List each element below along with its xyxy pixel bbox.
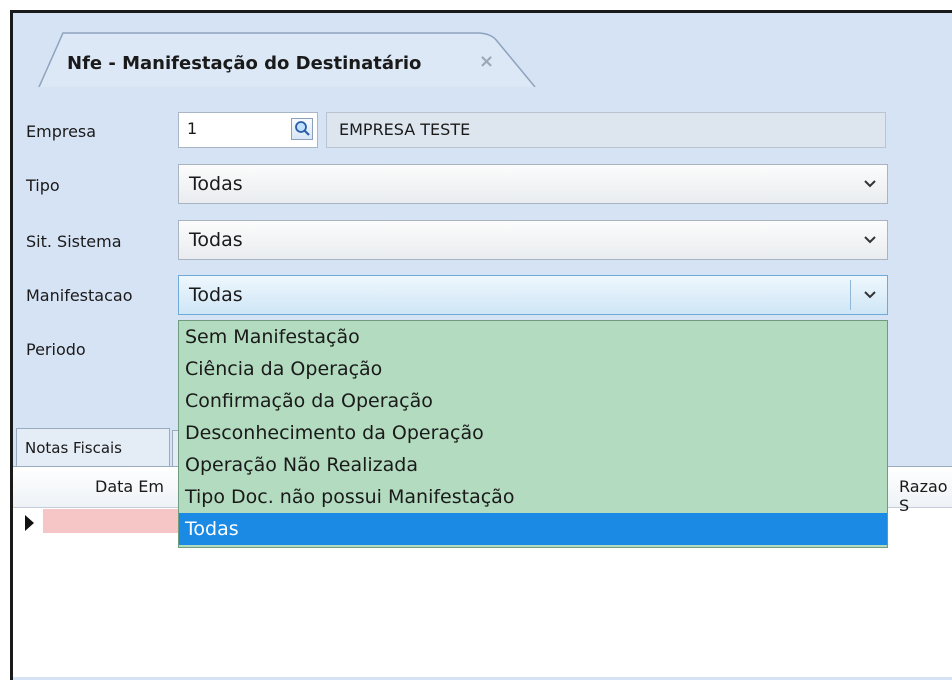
periodo-label: Periodo (26, 340, 86, 359)
tipo-select[interactable]: Todas (178, 164, 888, 204)
sit-sistema-label: Sit. Sistema (26, 232, 122, 251)
dropdown-option-confirmacao[interactable]: Confirmação da Operação (179, 385, 887, 417)
tipo-label: Tipo (26, 176, 60, 195)
tab-title: Nfe - Manifestação do Destinatário (67, 53, 422, 74)
dropdown-option-sem-manifestacao[interactable]: Sem Manifestação (179, 321, 887, 353)
chevron-down-icon (864, 236, 876, 244)
tab-notas-fiscais-label: Notas Fiscais (25, 439, 122, 457)
empresa-code-value: 1 (187, 119, 198, 138)
chevron-down-icon (864, 180, 876, 188)
close-icon[interactable]: × (479, 51, 494, 72)
document-tab[interactable]: Nfe - Manifestação do Destinatário × (37, 31, 537, 87)
manifestacao-select[interactable]: Todas (178, 275, 888, 315)
dropdown-option-ciencia[interactable]: Ciência da Operação (179, 353, 887, 385)
empresa-code-input[interactable]: 1 (178, 112, 318, 148)
empresa-name-value: EMPRESA TESTE (339, 120, 471, 139)
chevron-down-icon[interactable] (863, 288, 877, 302)
column-header-data[interactable]: Data Em (95, 477, 164, 496)
manifestacao-dropdown-list[interactable]: Sem Manifestação Ciência da Operação Con… (178, 320, 888, 548)
tab-notas-fiscais[interactable]: Notas Fiscais (16, 428, 170, 466)
magnifier-icon (295, 121, 310, 136)
table-row[interactable] (43, 509, 178, 533)
column-header-razao[interactable]: Razao S (899, 477, 952, 515)
lookup-button[interactable] (291, 118, 313, 140)
manifestacao-label: Manifestacao (26, 286, 133, 305)
combo-separator (850, 280, 851, 310)
empresa-label: Empresa (26, 122, 97, 141)
tipo-value: Todas (189, 173, 243, 195)
dropdown-option-todas[interactable]: Todas (179, 513, 887, 545)
empresa-name-field: EMPRESA TESTE (326, 112, 886, 148)
dropdown-option-tipo-doc[interactable]: Tipo Doc. não possui Manifestação (179, 481, 887, 513)
row-indicator-icon (25, 515, 34, 531)
dropdown-option-nao-realizada[interactable]: Operação Não Realizada (179, 449, 887, 481)
dropdown-option-desconhecimento[interactable]: Desconhecimento da Operação (179, 417, 887, 449)
sit-sistema-value: Todas (189, 229, 243, 251)
manifestacao-value: Todas (189, 284, 243, 306)
sit-sistema-select[interactable]: Todas (178, 220, 888, 260)
